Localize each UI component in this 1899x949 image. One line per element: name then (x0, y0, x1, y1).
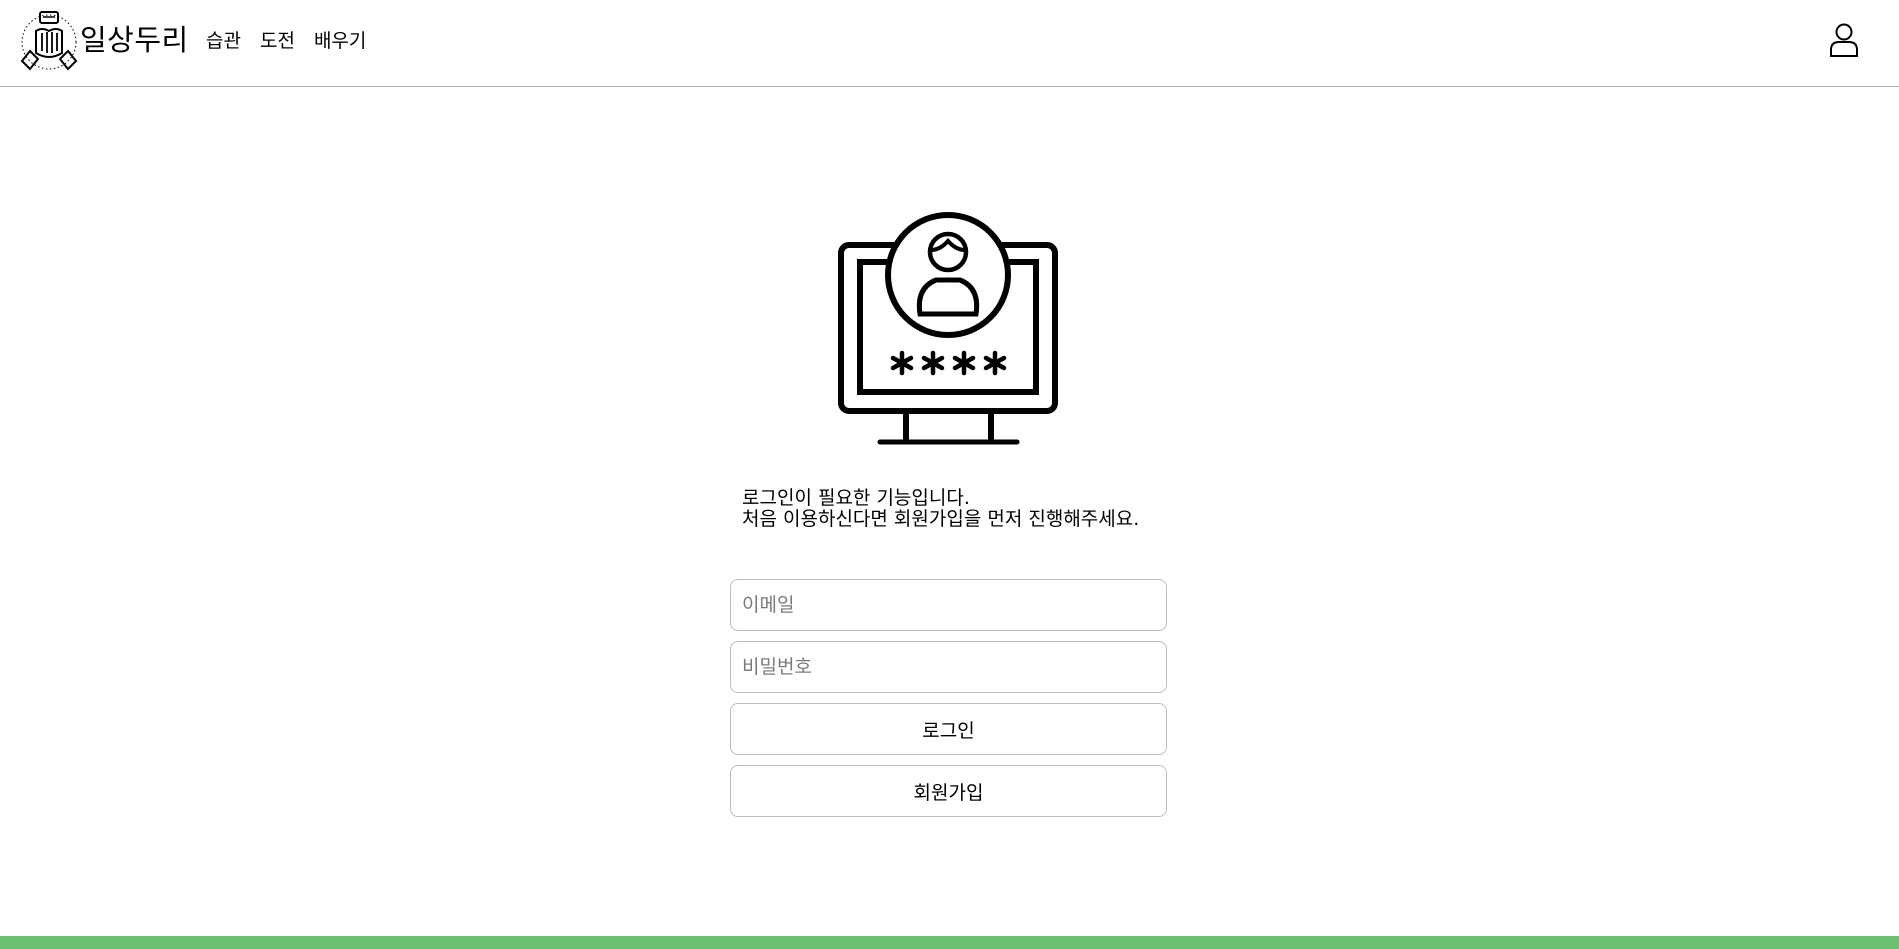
nav-item-learn[interactable]: 배우기 (314, 28, 366, 54)
monitor-user-password-icon (838, 212, 1058, 445)
nav-item-habit[interactable]: 습관 (206, 28, 241, 54)
login-required-message: 로그인이 필요한 기능입니다. 처음 이용하신다면 회원가입을 먼저 진행해주세… (742, 488, 1139, 530)
password-input[interactable] (730, 641, 1167, 693)
user-icon[interactable] (1827, 22, 1861, 58)
top-header: 일상두리 습관 도전 배우기 (0, 0, 1899, 87)
message-line-1: 로그인이 필요한 기능입니다. (742, 487, 970, 509)
message-line-2: 처음 이용하신다면 회원가입을 먼저 진행해주세요. (742, 508, 1140, 530)
signup-button[interactable]: 회원가입 (730, 765, 1167, 817)
hands-together-logo-icon[interactable] (18, 9, 80, 73)
login-form: 로그인 회원가입 (730, 579, 1167, 827)
email-input[interactable] (730, 579, 1167, 631)
brand-name[interactable]: 일상두리 (80, 22, 189, 58)
footer-bar (0, 936, 1899, 949)
main-nav: 습관 도전 배우기 (206, 28, 385, 54)
login-button[interactable]: 로그인 (730, 703, 1167, 755)
nav-item-challenge[interactable]: 도전 (260, 28, 295, 54)
